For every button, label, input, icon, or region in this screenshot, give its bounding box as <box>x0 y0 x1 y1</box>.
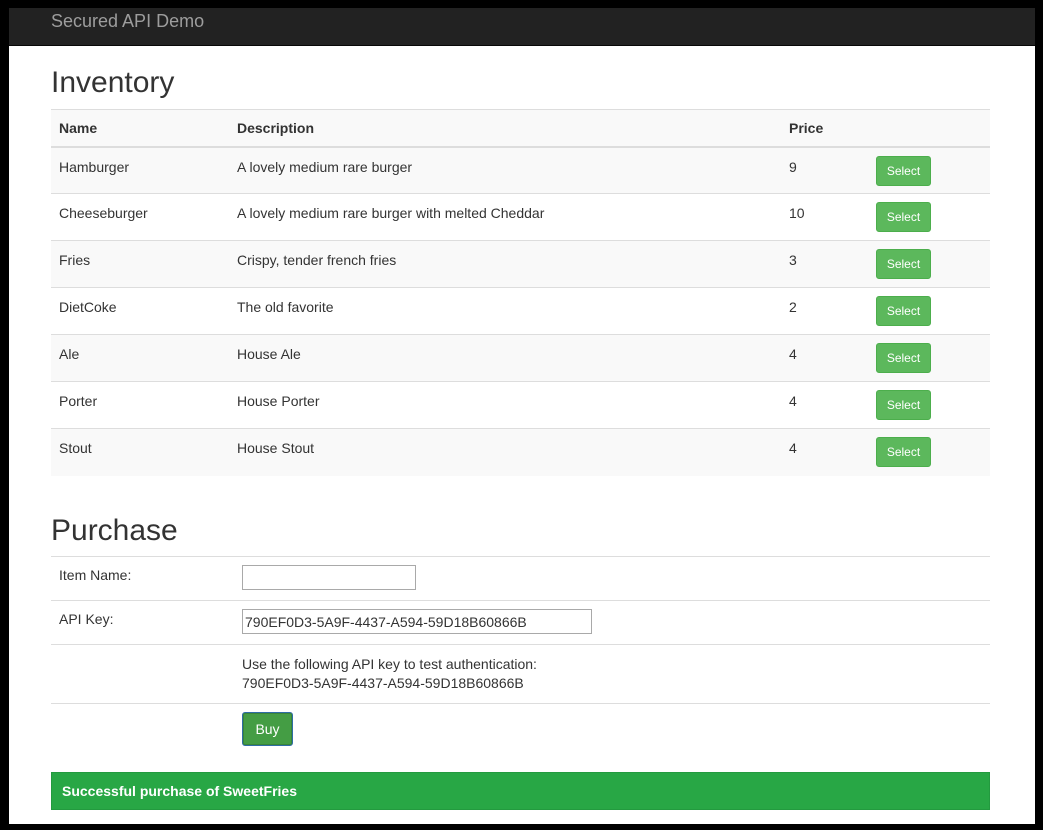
select-button[interactable]: Select <box>876 437 931 467</box>
select-button[interactable]: Select <box>876 296 931 326</box>
inventory-title: Inventory <box>51 66 175 99</box>
table-row: Porter House Porter 4 Select <box>51 381 990 429</box>
item-description: A lovely medium rare burger <box>229 146 781 194</box>
item-price: 9 <box>781 146 868 194</box>
column-header-name: Name <box>51 109 229 148</box>
item-name-cell <box>234 556 990 601</box>
item-name: Ale <box>51 334 229 382</box>
inventory-table: Name Description Price Hamburger A lovel… <box>51 109 990 476</box>
api-key-input[interactable] <box>242 609 592 634</box>
item-name: Cheeseburger <box>51 193 229 241</box>
action-cell: Select <box>868 240 990 288</box>
buy-button[interactable]: Buy <box>242 712 293 746</box>
navbar: Secured API Demo <box>9 8 1035 46</box>
note-cell: Use the following API key to test authen… <box>234 644 990 704</box>
action-cell: Select <box>868 146 990 194</box>
item-name: Porter <box>51 381 229 429</box>
item-description: A lovely medium rare burger with melted … <box>229 193 781 241</box>
success-alert: Successful purchase of SweetFries <box>51 772 990 810</box>
api-key-hint: 790EF0D3-5A9F-4437-A594-59D18B60866B <box>242 675 524 691</box>
item-description: The old favorite <box>229 287 781 335</box>
table-row: Stout House Stout 4 Select <box>51 428 990 476</box>
buy-row: Buy <box>51 703 990 757</box>
action-cell: Select <box>868 334 990 382</box>
item-price: 3 <box>781 240 868 288</box>
api-key-note-row: Use the following API key to test authen… <box>51 644 990 704</box>
select-button[interactable]: Select <box>876 343 931 373</box>
table-row: Hamburger A lovely medium rare burger 9 … <box>51 146 990 194</box>
navbar-brand[interactable]: Secured API Demo <box>51 11 204 31</box>
item-name: Fries <box>51 240 229 288</box>
select-button[interactable]: Select <box>876 202 931 232</box>
purchase-form-table: Item Name: API Key: Use the following AP… <box>51 556 990 757</box>
buy-cell: Buy <box>234 703 990 757</box>
column-header-action <box>868 109 990 148</box>
action-cell: Select <box>868 428 990 476</box>
item-name: DietCoke <box>51 287 229 335</box>
table-row: Cheeseburger A lovely medium rare burger… <box>51 193 990 241</box>
item-price: 4 <box>781 334 868 382</box>
select-button[interactable]: Select <box>876 155 931 186</box>
select-button[interactable]: Select <box>876 390 931 420</box>
purchase-title: Purchase <box>51 514 178 547</box>
column-header-price: Price <box>781 109 868 148</box>
empty-label-cell <box>51 703 234 757</box>
item-price: 4 <box>781 428 868 476</box>
browser-page: Secured API Demo Inventory Name Descript… <box>9 8 1035 824</box>
action-cell: Select <box>868 287 990 335</box>
item-description: House Porter <box>229 381 781 429</box>
item-name-input[interactable] <box>242 565 416 590</box>
empty-label-cell <box>51 644 234 704</box>
item-description: House Ale <box>229 334 781 382</box>
action-cell: Select <box>868 193 990 241</box>
item-name: Hamburger <box>51 146 229 194</box>
api-key-row: API Key: <box>51 600 990 645</box>
item-description: House Stout <box>229 428 781 476</box>
api-key-label: API Key: <box>51 600 234 645</box>
item-price: 2 <box>781 287 868 335</box>
item-price: 10 <box>781 193 868 241</box>
action-cell: Select <box>868 381 990 429</box>
column-header-description: Description <box>229 109 781 148</box>
item-name: Stout <box>51 428 229 476</box>
item-description: Crispy, tender french fries <box>229 240 781 288</box>
api-key-instruction: Use the following API key to test authen… <box>242 656 537 672</box>
select-button[interactable]: Select <box>876 249 931 279</box>
inventory-header-row: Name Description Price <box>51 109 990 148</box>
table-row: Ale House Ale 4 Select <box>51 334 990 382</box>
item-price: 4 <box>781 381 868 429</box>
item-name-row: Item Name: <box>51 556 990 601</box>
api-key-cell <box>234 600 990 645</box>
table-row: DietCoke The old favorite 2 Select <box>51 287 990 335</box>
item-name-label: Item Name: <box>51 556 234 601</box>
table-row: Fries Crispy, tender french fries 3 Sele… <box>51 240 990 288</box>
